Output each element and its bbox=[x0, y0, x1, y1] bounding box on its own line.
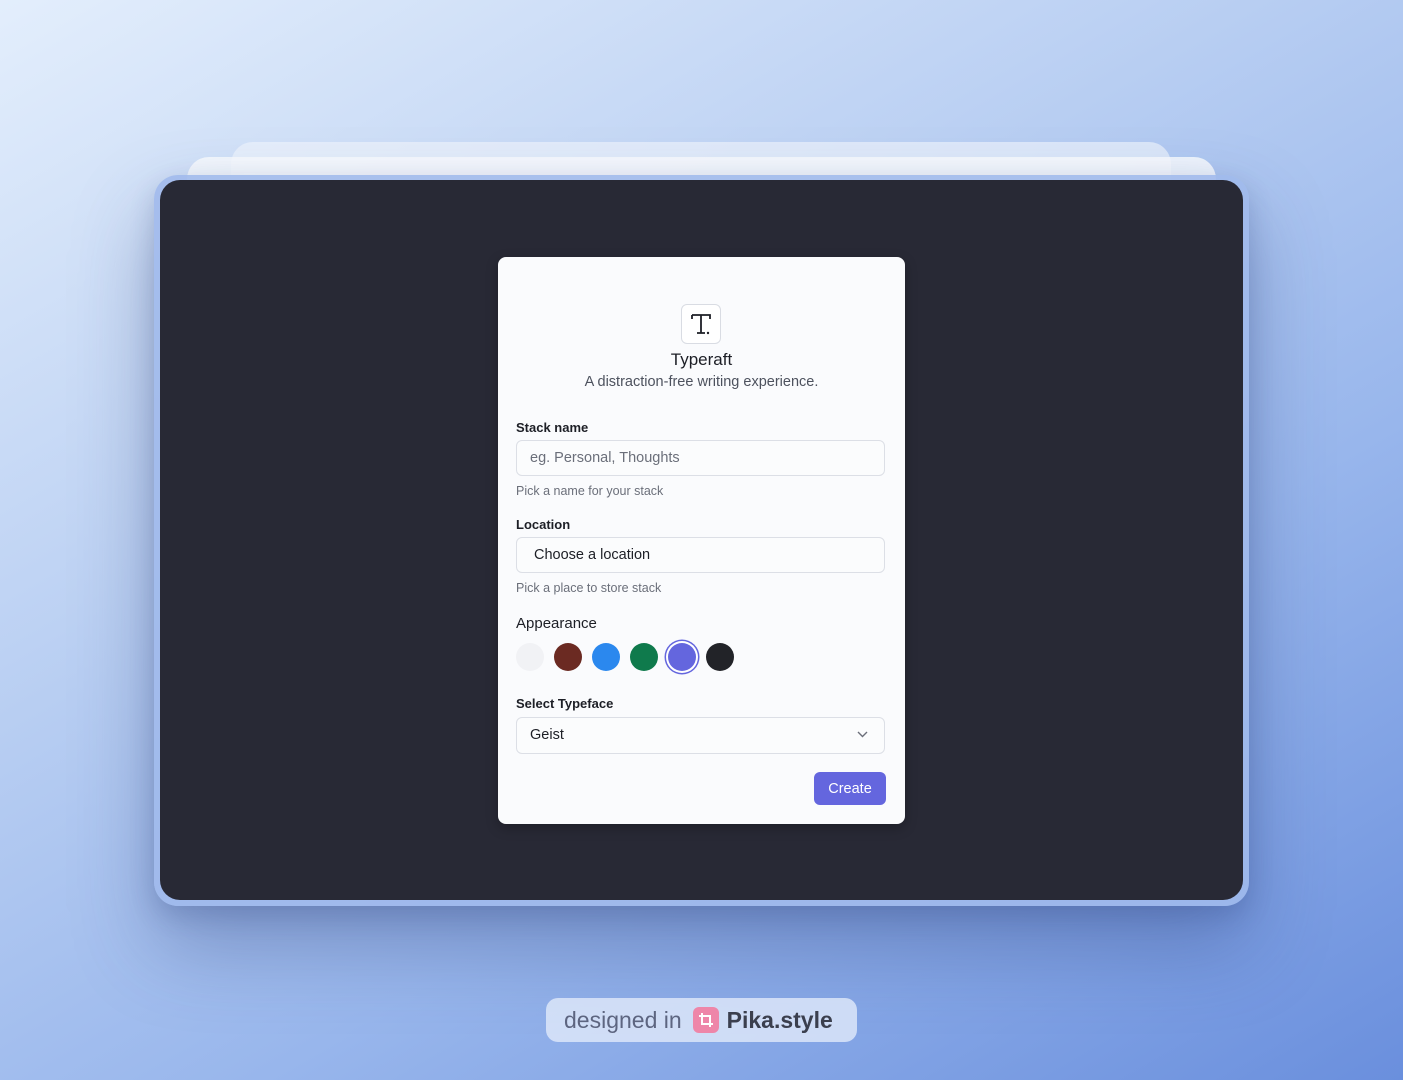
stack-name-placeholder: eg. Personal, Thoughts bbox=[530, 450, 680, 466]
stack-name-label: Stack name bbox=[516, 420, 589, 435]
stack-name-hint: Pick a name for your stack bbox=[516, 484, 664, 498]
badge-brand: Pika.style bbox=[726, 1006, 833, 1033]
location-label: Location bbox=[516, 517, 571, 532]
swatch-blue[interactable] bbox=[592, 643, 620, 671]
typeface-label: Select Typeface bbox=[516, 696, 614, 711]
stack-name-input[interactable]: eg. Personal, Thoughts bbox=[516, 440, 885, 476]
app-subtitle: A distraction-free writing experience. bbox=[584, 374, 819, 390]
pika-style-badge[interactable]: designed in Pika.style bbox=[546, 998, 857, 1042]
appearance-label: Appearance bbox=[516, 615, 597, 632]
swatch-green[interactable] bbox=[630, 643, 658, 671]
swatch-light[interactable] bbox=[516, 643, 544, 671]
swatch-black[interactable] bbox=[706, 643, 734, 671]
create-button[interactable]: Create bbox=[814, 772, 886, 805]
swatch-indigo[interactable] bbox=[668, 643, 696, 671]
app-title: Typeraft bbox=[670, 350, 733, 369]
swatch-brown[interactable] bbox=[554, 643, 582, 671]
location-value: Choose a location bbox=[534, 547, 651, 563]
badge-prefix: designed in bbox=[564, 1006, 682, 1033]
crop-icon bbox=[692, 1007, 719, 1033]
typeface-t-icon bbox=[681, 304, 721, 344]
create-stack-dialog: Typeraft A distraction-free writing expe… bbox=[498, 257, 905, 824]
chevron-down-icon bbox=[857, 731, 868, 738]
typeface-select[interactable]: Geist bbox=[516, 717, 885, 754]
location-hint: Pick a place to store stack bbox=[516, 581, 662, 595]
location-picker[interactable]: Choose a location bbox=[516, 537, 885, 573]
typeface-value: Geist bbox=[530, 727, 564, 743]
